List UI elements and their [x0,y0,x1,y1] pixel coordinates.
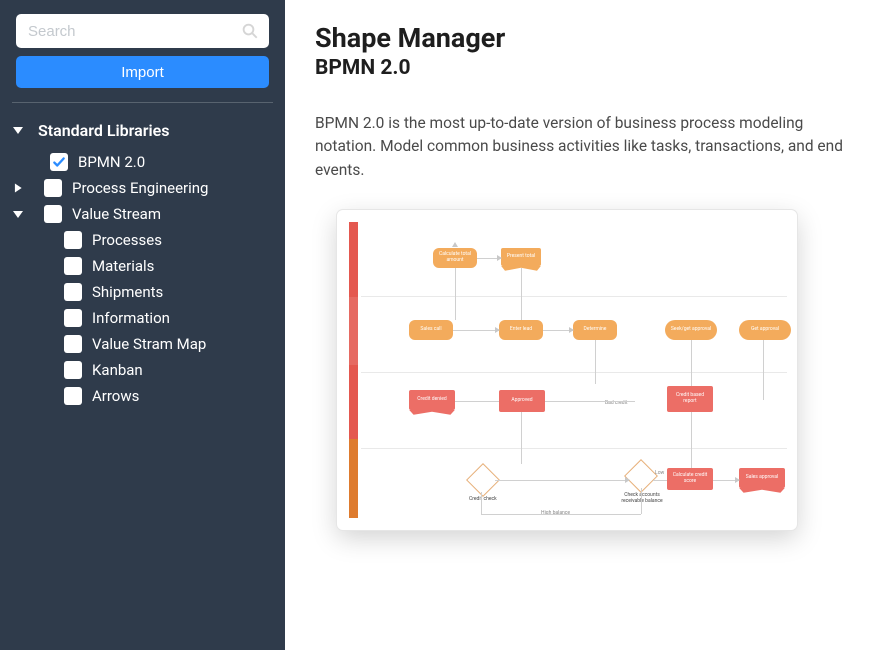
edge-label: High balance [541,510,570,516]
node: Sales call [409,320,453,340]
caret-spacer [32,156,44,168]
checkbox-process-engineering[interactable] [44,179,62,197]
edge-label: Low [655,470,664,476]
caret-down-icon [12,208,24,220]
sidebar: Import Standard Libraries BPMN 2.0 Proce… [0,0,285,650]
search-icon [241,22,259,40]
node: Determine [573,320,617,340]
tree-item-label: BPMN 2.0 [78,153,145,171]
tree-item-processes[interactable]: Processes [12,227,273,253]
tree-item-label: Kanban [92,361,143,379]
tree-item-arrows[interactable]: Arrows [12,383,273,409]
page-subtitle: BPMN 2.0 [315,56,862,80]
checkbox[interactable] [64,335,82,353]
node: Sales approval [739,468,785,488]
import-button[interactable]: Import [16,56,269,88]
checkbox[interactable] [64,283,82,301]
main-panel: Shape Manager BPMN 2.0 BPMN 2.0 is the m… [285,0,892,650]
tree-item-shipments[interactable]: Shipments [12,279,273,305]
diagram-preview: Calculate total amount Present total Sal… [361,220,797,520]
section-label: Standard Libraries [38,121,170,140]
tree-item-bpmn[interactable]: BPMN 2.0 [12,149,273,175]
caret-down-icon [12,124,24,136]
page-title: Shape Manager [315,22,862,54]
checkbox-bpmn[interactable] [50,153,68,171]
node: Enter lead [499,320,543,340]
preview-card: Calculate total amount Present total Sal… [337,210,797,530]
node: Calculate total amount [433,248,477,268]
checkbox[interactable] [64,231,82,249]
tree-item-process-engineering[interactable]: Process Engineering [12,175,273,201]
node: Get approval [739,320,791,340]
swimlane-bar [349,222,358,518]
tree-item-value-stream-map[interactable]: Value Stram Map [12,331,273,357]
checkbox[interactable] [64,361,82,379]
description: BPMN 2.0 is the most up-to-date version … [315,112,862,182]
tree-item-label: Processes [92,231,162,249]
search-input[interactable] [16,14,269,48]
tree-item-label: Value Stream [72,205,161,223]
tree-section-header[interactable]: Standard Libraries [12,117,273,143]
caret-right-icon [12,182,24,194]
checkbox[interactable] [64,387,82,405]
node-label: Check accounts receivable balance [619,492,665,504]
checkbox[interactable] [64,309,82,327]
tree-item-label: Value Stram Map [92,335,206,353]
tree-item-kanban[interactable]: Kanban [12,357,273,383]
tree-item-information[interactable]: Information [12,305,273,331]
tree-item-label: Information [92,309,170,327]
node: Calculate credit score [667,468,713,490]
checkbox[interactable] [64,257,82,275]
node: Approved [499,390,545,412]
tree-item-label: Arrows [92,387,139,405]
node: Seek/get approval [665,320,717,340]
tree-item-value-stream[interactable]: Value Stream [12,201,273,227]
node: Present total [501,248,541,266]
tree-item-materials[interactable]: Materials [12,253,273,279]
search-field [16,14,269,48]
tree-item-label: Materials [92,257,154,275]
divider [12,102,273,103]
node-label: Credit check [469,496,497,502]
node: Credit based report [667,386,713,412]
tree-item-label: Process Engineering [72,179,208,197]
checkbox-value-stream[interactable] [44,205,62,223]
node: Credit denied [409,390,455,410]
tree-item-label: Shipments [92,283,163,301]
